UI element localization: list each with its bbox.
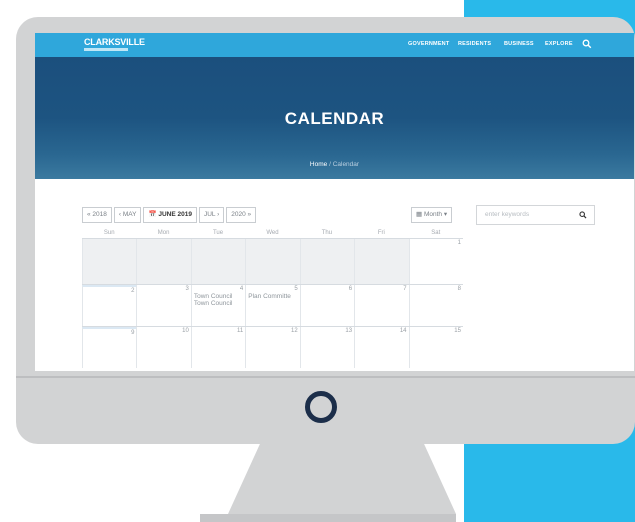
calendar-day[interactable]: 13 bbox=[299, 327, 355, 368]
breadcrumb-separator: / bbox=[329, 161, 331, 168]
calendar-day[interactable]: 10 bbox=[136, 327, 191, 368]
monitor-stand bbox=[228, 444, 456, 514]
monitor-screen: CLARKSVILLE GOVERNMENT RESIDENTS BUSINES… bbox=[35, 33, 634, 371]
calendar-toolbar: « 2018 ‹ MAY 📅 JUNE 2019 JUL › 2020 » bbox=[82, 207, 258, 225]
search-placeholder: enter keywords bbox=[485, 211, 530, 218]
calendar-day[interactable]: 2 bbox=[82, 285, 137, 326]
calendar-week: 9 10 11 12 13 14 15 bbox=[82, 326, 463, 368]
search-icon[interactable] bbox=[579, 211, 587, 219]
day-number: 8 bbox=[457, 286, 461, 292]
site-navbar: CLARKSVILLE GOVERNMENT RESIDENTS BUSINES… bbox=[35, 33, 634, 57]
logo-underline bbox=[84, 48, 128, 51]
day-number: 12 bbox=[291, 328, 298, 334]
view-select-label: Month bbox=[423, 211, 443, 218]
nav-residents[interactable]: RESIDENTS bbox=[458, 41, 491, 47]
weekday-sat: Sat bbox=[431, 230, 441, 236]
breadcrumb-home[interactable]: Home bbox=[310, 161, 327, 168]
keyword-search-input[interactable]: enter keywords bbox=[476, 205, 595, 225]
calendar-day[interactable]: 12 bbox=[245, 327, 300, 368]
day-number: 10 bbox=[182, 328, 189, 334]
calendar-day[interactable]: 11 bbox=[190, 327, 246, 368]
current-month-label: JUNE 2019 bbox=[158, 211, 192, 218]
nav-business[interactable]: BUSINESS bbox=[504, 41, 534, 47]
weekday-tue: Tue bbox=[212, 230, 224, 236]
monitor-bezel-divider bbox=[16, 376, 635, 378]
day-number: 9 bbox=[131, 330, 135, 336]
page-title: CALENDAR bbox=[284, 109, 385, 128]
next-year-button[interactable]: 2020 » bbox=[226, 207, 257, 223]
day-number: 3 bbox=[185, 286, 189, 292]
current-month-button[interactable]: 📅 JUNE 2019 bbox=[143, 207, 197, 223]
day-number: 15 bbox=[454, 328, 461, 334]
calendar-day bbox=[82, 239, 137, 284]
calendar-week: 1 bbox=[82, 238, 463, 284]
breadcrumb-current: Calendar bbox=[332, 161, 360, 168]
calendar-icon: 📅 bbox=[148, 211, 157, 218]
weekday-thu: Thu bbox=[321, 230, 333, 236]
weekday-fri: Fri bbox=[377, 230, 385, 236]
calendar-week: 2 3 4 Town Council Town Council 5 Plan C… bbox=[82, 284, 463, 326]
weekday-sun: Sun bbox=[103, 230, 115, 236]
search-icon[interactable] bbox=[582, 39, 592, 49]
day-number: 2 bbox=[131, 288, 135, 294]
calendar-day[interactable]: 5 Plan Committe bbox=[245, 285, 300, 326]
day-number: 1 bbox=[457, 240, 461, 246]
view-select[interactable]: ▦ Month ▾ bbox=[411, 207, 453, 223]
monitor-power-icon bbox=[305, 391, 337, 423]
grid-icon: ▦ bbox=[416, 211, 423, 218]
calendar-grid: Sun Mon Tue Wed Thu Fri Sat 1 2 3 4 Town… bbox=[82, 228, 463, 371]
calendar-day[interactable]: 8 bbox=[408, 285, 463, 326]
monitor-stand-base bbox=[200, 514, 456, 522]
nav-government[interactable]: GOVERNMENT bbox=[408, 41, 449, 47]
day-number: 6 bbox=[348, 286, 353, 292]
calendar-day[interactable]: 15 bbox=[408, 327, 463, 368]
calendar-day[interactable]: 9 bbox=[82, 327, 137, 368]
site-logo[interactable]: CLARKSVILLE bbox=[84, 37, 145, 47]
calendar-day bbox=[299, 239, 355, 284]
weekday-wed: Wed bbox=[266, 230, 279, 236]
day-number: 4 bbox=[239, 286, 244, 292]
calendar-day[interactable]: 6 bbox=[299, 285, 355, 326]
breadcrumb: Home / Calendar bbox=[35, 161, 634, 168]
next-month-button[interactable]: JUL › bbox=[198, 207, 225, 223]
chevron-down-icon: ▾ bbox=[443, 211, 448, 218]
day-number: 7 bbox=[403, 286, 407, 292]
calendar-day[interactable]: 4 Town Council Town Council bbox=[190, 285, 246, 326]
calendar-day[interactable]: 14 bbox=[354, 327, 409, 368]
calendar-day[interactable]: 7 bbox=[354, 285, 409, 326]
prev-year-button[interactable]: « 2018 bbox=[82, 207, 112, 223]
prev-month-button[interactable]: ‹ MAY bbox=[113, 207, 142, 223]
calendar-day[interactable]: 1 bbox=[408, 239, 463, 284]
weekday-mon: Mon bbox=[157, 230, 170, 236]
calendar-day bbox=[190, 239, 246, 284]
calendar-day[interactable]: 3 bbox=[136, 285, 191, 326]
calendar-event[interactable]: Town Council bbox=[194, 293, 246, 300]
weekday-header: Sun Mon Tue Wed Thu Fri Sat bbox=[82, 228, 463, 238]
day-number: 5 bbox=[294, 286, 298, 292]
calendar-day bbox=[136, 239, 191, 284]
calendar-day bbox=[354, 239, 409, 284]
nav-explore[interactable]: EXPLORE bbox=[545, 41, 573, 47]
day-number: 14 bbox=[399, 328, 407, 334]
calendar-day bbox=[245, 239, 300, 284]
day-number: 11 bbox=[237, 328, 244, 334]
day-number: 13 bbox=[345, 328, 353, 334]
calendar-event[interactable]: Plan Committe bbox=[248, 293, 300, 300]
calendar-event[interactable]: Town Council bbox=[194, 300, 246, 307]
